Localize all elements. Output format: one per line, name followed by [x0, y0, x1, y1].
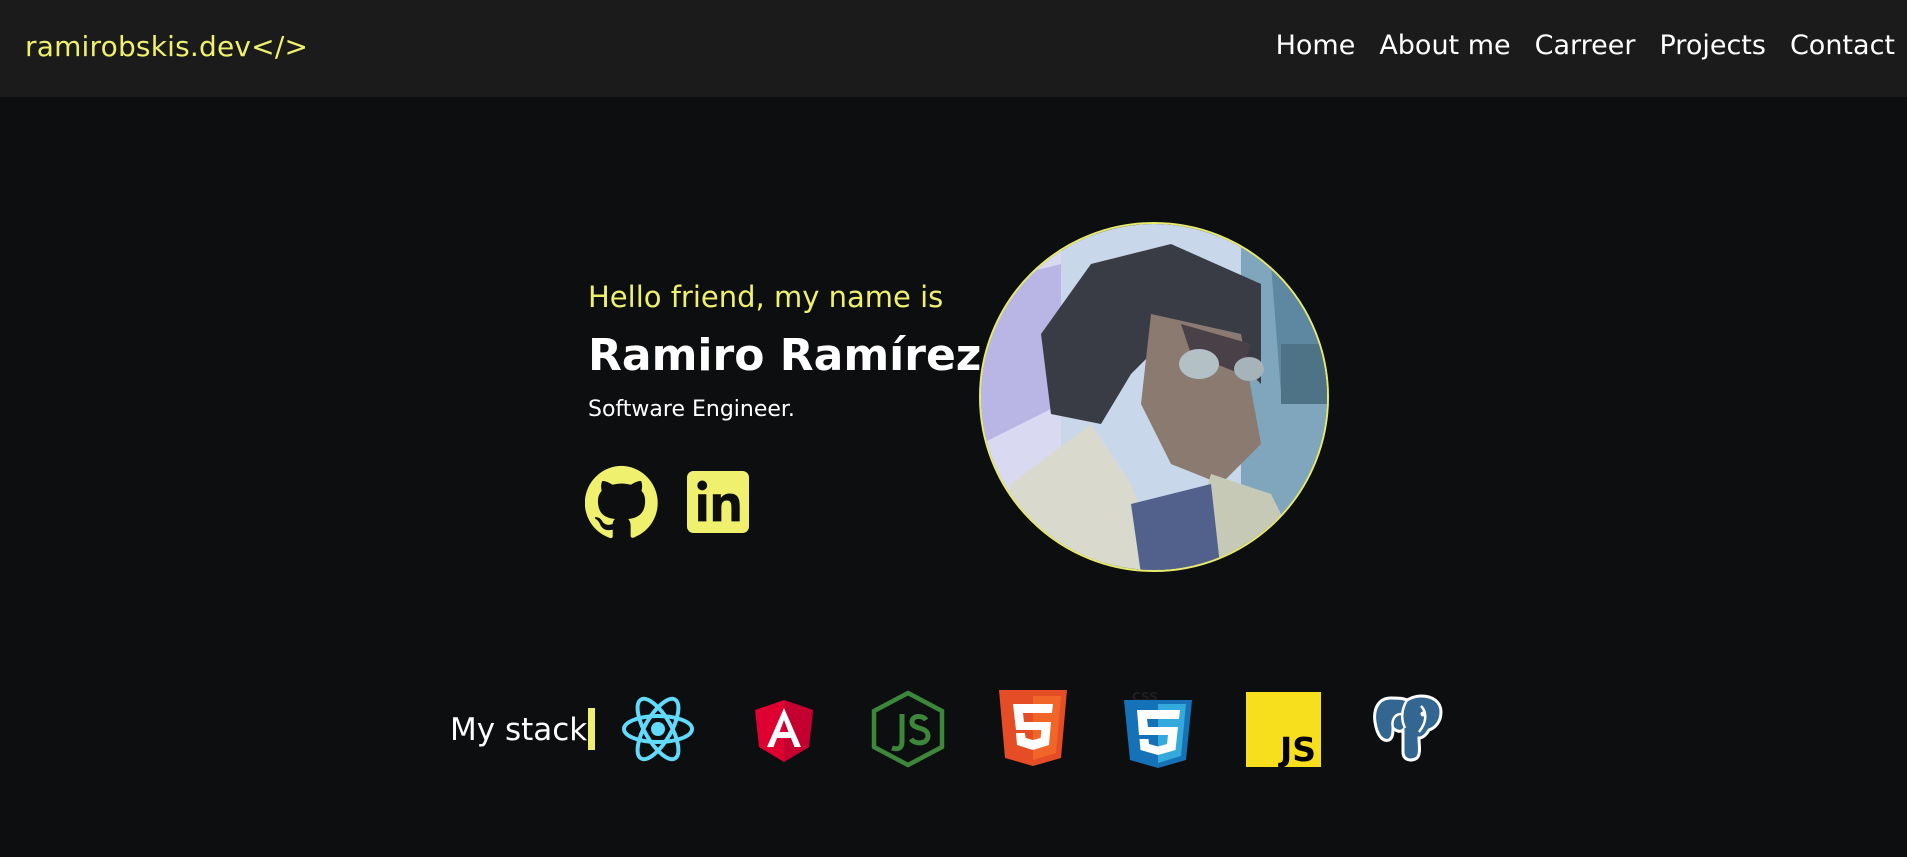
nav-projects-link[interactable]: Projects — [1660, 30, 1766, 61]
nav-career-link[interactable]: Carreer — [1535, 30, 1636, 61]
linkedin-icon — [687, 471, 749, 533]
css3-icon: CSS — [1124, 690, 1192, 768]
hero-name: Ramiro Ramírez — [588, 330, 982, 381]
avatar-image — [981, 224, 1327, 570]
hero-role: Software Engineer. — [588, 397, 795, 422]
github-icon — [585, 465, 658, 539]
main-nav: Home About me Carreer Projects Contact — [1276, 30, 1895, 61]
profile-avatar — [979, 222, 1329, 572]
hero-greeting: Hello friend, my name is — [588, 280, 944, 314]
stack-divider — [588, 708, 595, 750]
nav-contact-link[interactable]: Contact — [1790, 30, 1895, 61]
nav-about-link[interactable]: About me — [1379, 30, 1510, 61]
svg-text:JS: JS — [1278, 730, 1316, 767]
nodejs-icon — [871, 690, 945, 768]
nav-home-link[interactable]: Home — [1276, 30, 1356, 61]
brand-logo-link[interactable]: ramirobskis.dev</> — [25, 30, 308, 63]
html5-icon — [999, 690, 1067, 766]
navbar: ramirobskis.dev</> Home About me Carreer… — [0, 0, 1907, 97]
react-icon — [622, 696, 694, 762]
github-link[interactable] — [585, 465, 659, 539]
stack-label: My stack — [450, 712, 588, 748]
angular-icon — [755, 700, 813, 762]
social-links — [585, 465, 749, 539]
javascript-icon: JS — [1246, 692, 1321, 767]
linkedin-link[interactable] — [687, 471, 749, 533]
postgresql-icon — [1373, 694, 1443, 762]
hero-text: Hello friend, my name is Ramiro Ramírez … — [588, 280, 988, 422]
